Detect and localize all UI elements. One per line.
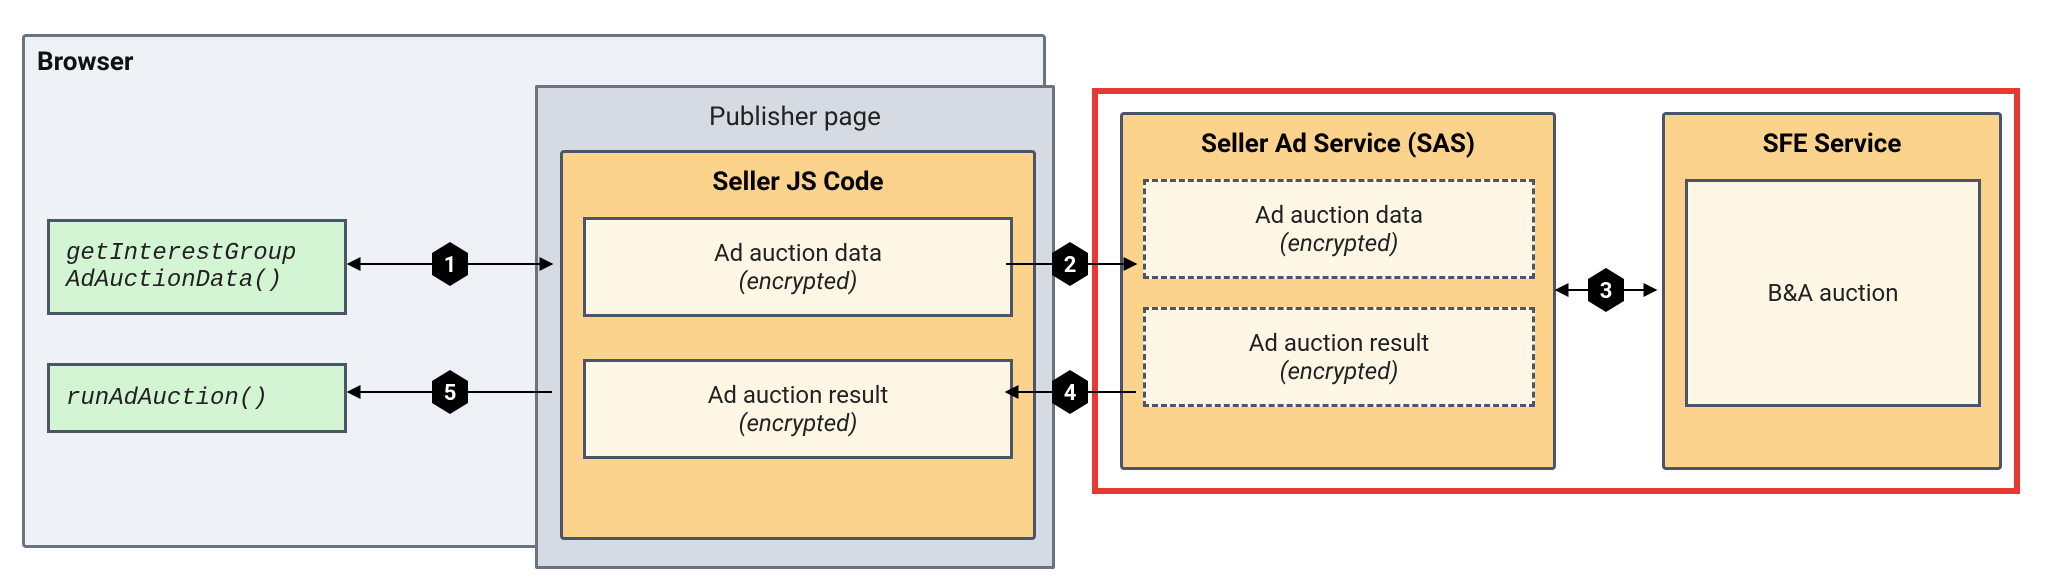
payload-encrypted: (encrypted) [1280, 357, 1399, 385]
api-text-line2: AdAuctionData() [66, 267, 344, 294]
svg-text:2: 2 [1064, 253, 1077, 278]
sas-title: Seller Ad Service (SAS) [1123, 129, 1553, 159]
seller-js-title: Seller JS Code [563, 167, 1033, 197]
server-group: Seller Ad Service (SAS) Ad auction data … [1092, 88, 2020, 494]
api-text-line1: getInterestGroup [66, 240, 344, 267]
api-text: runAdAuction() [66, 385, 344, 412]
sfe-auction-box: B&A auction [1685, 179, 1981, 407]
sfe-title: SFE Service [1665, 129, 1999, 159]
api-run-ad-auction: runAdAuction() [47, 363, 347, 433]
seller-js-auction-data: Ad auction data (encrypted) [583, 217, 1013, 317]
seller-js-module: Seller JS Code Ad auction data (encrypte… [560, 150, 1036, 540]
sfe-content: B&A auction [1768, 279, 1899, 307]
sas-auction-data: Ad auction data (encrypted) [1143, 179, 1535, 279]
payload-data-label: Ad auction data [714, 239, 882, 267]
diagram-root: Browser getInterestGroup AdAuctionData()… [0, 0, 2048, 583]
publisher-label: Publisher page [538, 102, 1052, 132]
sas-module: Seller Ad Service (SAS) Ad auction data … [1120, 112, 1556, 470]
sfe-module: SFE Service B&A auction [1662, 112, 2002, 470]
payload-result-label: Ad auction result [1249, 329, 1430, 357]
payload-data-label: Ad auction data [1255, 201, 1423, 229]
browser-container: Browser getInterestGroup AdAuctionData()… [22, 34, 1046, 548]
browser-label: Browser [37, 47, 133, 77]
seller-js-auction-result: Ad auction result (encrypted) [583, 359, 1013, 459]
payload-encrypted: (encrypted) [739, 409, 858, 437]
payload-result-label: Ad auction result [708, 381, 889, 409]
payload-encrypted: (encrypted) [1280, 229, 1399, 257]
sas-auction-result: Ad auction result (encrypted) [1143, 307, 1535, 407]
publisher-page: Publisher page Seller JS Code Ad auction… [535, 85, 1055, 569]
svg-text:4: 4 [1064, 381, 1077, 406]
step-marker-2: 2 [1052, 242, 1088, 286]
step-marker-4: 4 [1052, 370, 1088, 414]
api-get-interest-group: getInterestGroup AdAuctionData() [47, 219, 347, 315]
payload-encrypted: (encrypted) [739, 267, 858, 295]
